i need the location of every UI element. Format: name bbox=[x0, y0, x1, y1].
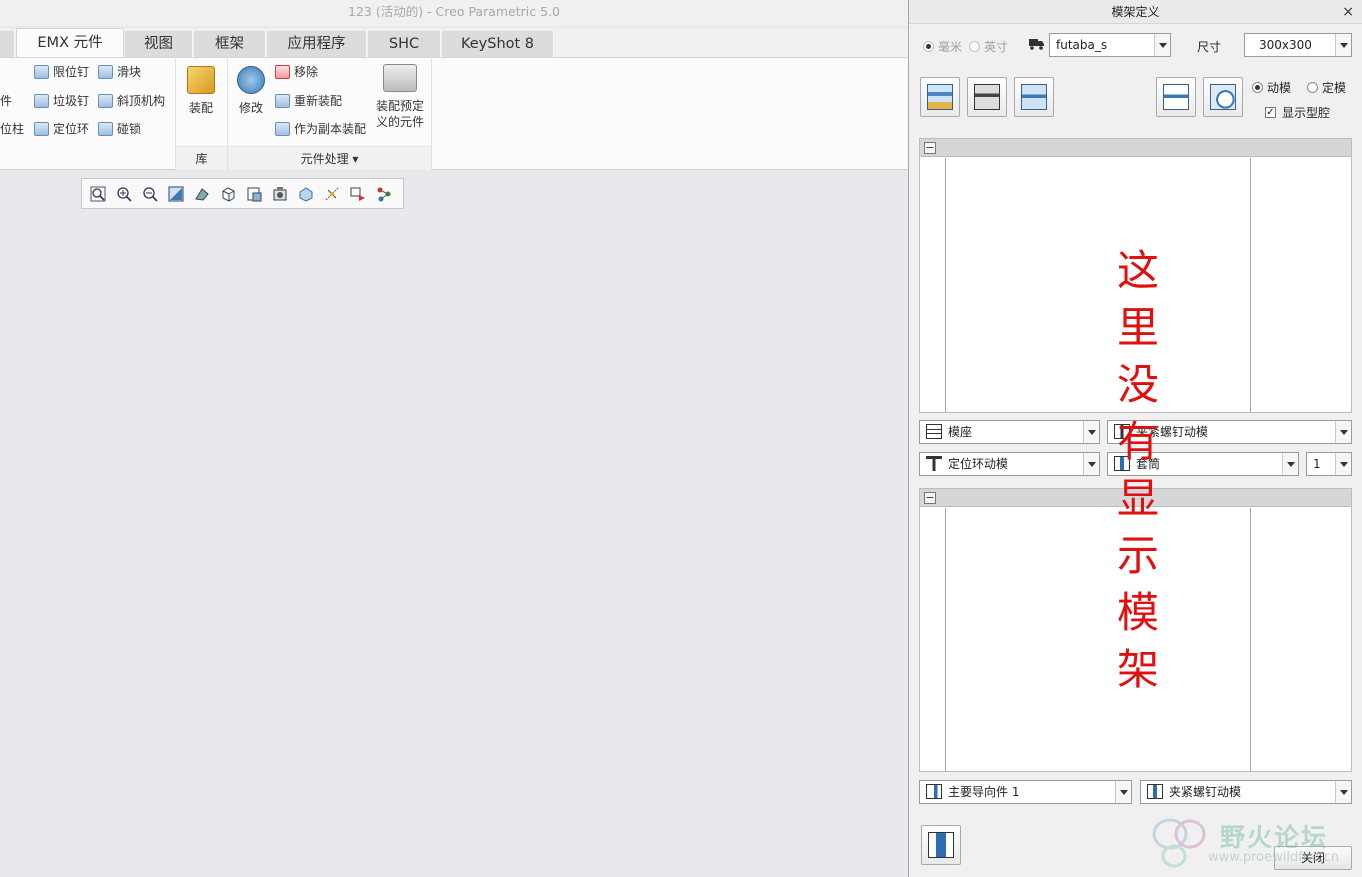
leader-pin-select[interactable]: 主要导向件 1 bbox=[919, 780, 1132, 804]
fixed-half-radio[interactable]: 定模 bbox=[1307, 79, 1346, 96]
reassemble-icon bbox=[275, 93, 290, 108]
stop-pin-icon bbox=[34, 93, 49, 108]
show-cavity-checkbox[interactable]: ✓ 显示型腔 bbox=[1265, 104, 1330, 121]
quantity-select[interactable]: 1 bbox=[1306, 452, 1352, 476]
refit-icon[interactable] bbox=[168, 186, 184, 202]
chevron-down-icon bbox=[1335, 421, 1351, 443]
size-select[interactable]: 300x300 bbox=[1244, 33, 1352, 57]
window-title: 123 (活动的) - Creo Parametric 5.0 bbox=[0, 0, 908, 26]
tab-applications[interactable]: 应用程序 bbox=[267, 31, 367, 58]
units-inch-radio[interactable]: 英寸 bbox=[969, 38, 1008, 55]
moving-half-radio[interactable]: 动模 bbox=[1252, 79, 1291, 96]
chevron-down-icon bbox=[1083, 421, 1099, 443]
library-group-label: 库 bbox=[176, 146, 227, 170]
tab-keyshot[interactable]: KeyShot 8 bbox=[442, 31, 554, 58]
collapse-icon[interactable]: − bbox=[924, 142, 936, 154]
mold-base-assembly-icon bbox=[928, 832, 954, 858]
assemble-icon bbox=[187, 66, 215, 94]
mold-base-tool-button-1[interactable] bbox=[920, 77, 960, 117]
locating-ring-icon bbox=[926, 456, 942, 471]
delete-plate-button[interactable] bbox=[1156, 77, 1196, 117]
perspective-icon[interactable] bbox=[272, 186, 288, 202]
annotation-display-icon[interactable] bbox=[376, 186, 392, 202]
chevron-down-icon bbox=[1335, 781, 1351, 803]
chevron-down-icon bbox=[1282, 453, 1298, 475]
lifter-button[interactable]: 斜顶机构 bbox=[98, 91, 165, 111]
mold-base-tool-button-2[interactable] bbox=[967, 77, 1007, 117]
locating-ring-button[interactable]: 定位环 bbox=[34, 119, 89, 139]
modify-icon bbox=[237, 66, 265, 94]
display-style-icon[interactable] bbox=[194, 186, 210, 202]
limit-pin-button[interactable]: 限位钉 bbox=[34, 62, 89, 82]
stop-pin-button[interactable]: 垃圾钉 bbox=[34, 91, 89, 111]
slider-icon bbox=[98, 64, 113, 79]
vendor-select[interactable]: futaba_s bbox=[1049, 33, 1171, 57]
clamp-plate-select[interactable]: 模座 bbox=[919, 420, 1100, 444]
ribbon-tabs: EMX 元件 视图 框架 应用程序 SHC KeyShot 8 bbox=[0, 28, 908, 58]
zoom-fit-icon[interactable] bbox=[90, 186, 106, 202]
chevron-down-icon bbox=[1335, 34, 1351, 56]
mold-base-tool-button-3[interactable] bbox=[1014, 77, 1054, 117]
clamp-screw-moving-select-2[interactable]: 夹紧螺钉动模 bbox=[1140, 780, 1352, 804]
size-label: 尺寸 bbox=[1197, 40, 1222, 54]
dialog-title-bar: 模架定义 × bbox=[909, 0, 1362, 24]
latch-lock-button[interactable]: 碰锁 bbox=[98, 119, 141, 139]
spin-center-icon[interactable] bbox=[350, 186, 366, 202]
plate-assembly-icon bbox=[974, 84, 1000, 110]
delete-plate-icon bbox=[1163, 84, 1189, 110]
component-handling-group-label[interactable]: 元件处理 ▾ bbox=[228, 146, 431, 170]
close-button[interactable]: 关闭 bbox=[1274, 846, 1352, 870]
red-annotation: 这 里 没 有 显 示 模 架 bbox=[1116, 246, 1159, 694]
units-mm-radio[interactable]: 毫米 bbox=[923, 38, 962, 55]
chevron-down-icon bbox=[1154, 34, 1170, 56]
tab-emx-components[interactable]: EMX 元件 bbox=[16, 28, 124, 58]
tab-view[interactable]: 视图 bbox=[125, 31, 193, 58]
leader-pin-icon bbox=[926, 784, 942, 799]
chevron-down-icon bbox=[1335, 453, 1351, 475]
vendor-truck-icon bbox=[1029, 37, 1045, 51]
preview-plate-button[interactable] bbox=[1203, 77, 1243, 117]
reassemble-button[interactable]: 重新装配 bbox=[275, 91, 342, 111]
assemble-copy-icon bbox=[275, 121, 290, 136]
clamp-plate-icon bbox=[926, 424, 942, 439]
assemble-as-copy-button[interactable]: 作为副本装配 bbox=[275, 119, 366, 139]
slider-button[interactable]: 滑块 bbox=[98, 62, 141, 82]
ribbon-panel: 件 位柱 限位钉 垃圾钉 定位环 滑块 斜顶机构 碰锁 装配 库 修改 移除 重… bbox=[0, 57, 908, 170]
limit-pin-icon bbox=[34, 64, 49, 79]
tab-shc[interactable]: SHC bbox=[368, 31, 441, 58]
dialog-title: 模架定义 bbox=[1111, 5, 1160, 19]
modify-button[interactable]: 修改 bbox=[233, 66, 269, 116]
chevron-down-icon bbox=[1115, 781, 1131, 803]
appearance-icon[interactable] bbox=[298, 186, 314, 202]
magnifier-icon bbox=[1210, 84, 1236, 110]
remove-icon bbox=[275, 64, 290, 79]
latch-lock-icon bbox=[98, 121, 113, 136]
chevron-down-icon bbox=[1083, 453, 1099, 475]
tab-partial[interactable] bbox=[0, 31, 15, 58]
datum-display-icon[interactable] bbox=[324, 186, 340, 202]
predefined-components-icon bbox=[383, 64, 417, 92]
saved-orientations-icon[interactable] bbox=[220, 186, 236, 202]
mold-base-assembly-button[interactable] bbox=[921, 825, 961, 865]
remove-button[interactable]: 移除 bbox=[275, 62, 318, 82]
clamp-screw-icon bbox=[1147, 784, 1163, 799]
locating-ring-select[interactable]: 定位环动模 bbox=[919, 452, 1100, 476]
graphics-toolbar bbox=[81, 178, 404, 209]
tab-frame[interactable]: 框架 bbox=[194, 31, 266, 58]
plate-edit-icon bbox=[1021, 84, 1047, 110]
chevron-down-icon: ▾ bbox=[352, 152, 359, 166]
zoom-out-icon[interactable] bbox=[142, 186, 158, 202]
ribbon-item-partial-2[interactable]: 件 bbox=[0, 91, 12, 111]
assemble-button[interactable]: 装配 bbox=[183, 66, 219, 116]
view-manager-icon[interactable] bbox=[246, 186, 262, 202]
zoom-in-icon[interactable] bbox=[116, 186, 132, 202]
lifter-icon bbox=[98, 93, 113, 108]
close-icon[interactable]: × bbox=[1342, 0, 1354, 24]
locating-ring-icon bbox=[34, 121, 49, 136]
collapse-icon[interactable]: − bbox=[924, 492, 936, 504]
assemble-predefined-button[interactable]: 装配预定 义的元件 bbox=[373, 64, 427, 130]
ribbon-item-partial-3[interactable]: 位柱 bbox=[0, 119, 24, 139]
plate-stack-icon bbox=[927, 84, 953, 110]
